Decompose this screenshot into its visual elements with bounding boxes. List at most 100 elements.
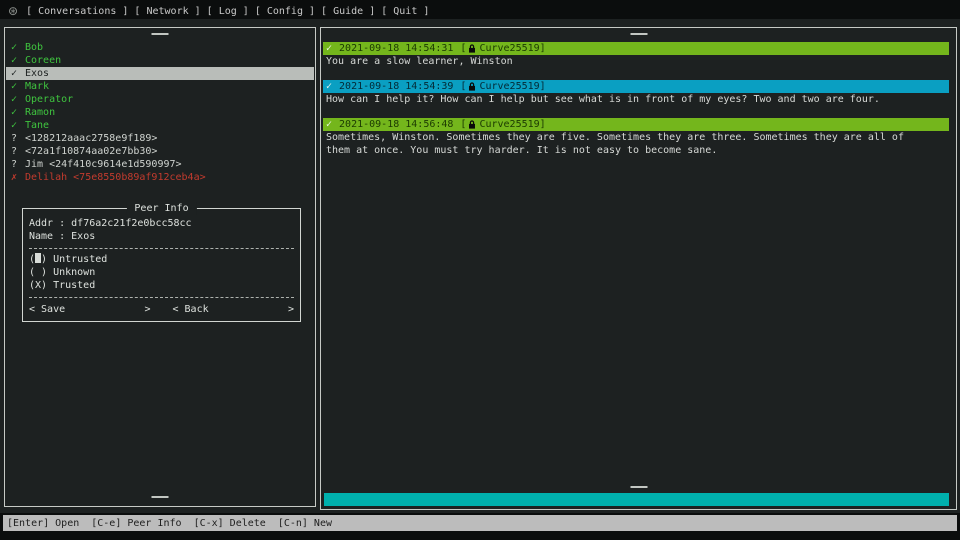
peer-name: Coreen xyxy=(25,54,61,67)
peer-name: Mark xyxy=(25,80,49,93)
peer-name: Delilah <75e8550b89af912ceb4a> xyxy=(25,171,206,184)
radio-trusted[interactable]: (X) Trusted xyxy=(29,279,294,292)
app-logo-icon: ⊛ xyxy=(8,5,18,17)
status-bar: [Enter] Open [C-e] Peer Info [C-x] Delete [… xyxy=(3,515,957,531)
peer-name: <128212aaac2758e9f189> xyxy=(25,132,157,145)
peer-row[interactable]: ?<72a1f10874aa02e7bb30> xyxy=(6,145,314,158)
peer-row[interactable]: ✓Exos xyxy=(6,67,314,80)
radio-unknown[interactable]: ( ) Unknown xyxy=(29,266,294,279)
message: ✓ 2021-09-18 14:54:39 [ Curve25519]How can … xyxy=(323,80,954,106)
peer-row[interactable]: ✗Delilah <75e8550b89af912ceb4a> xyxy=(6,171,314,184)
message: ✓2021-09-18 14:56:48[Curve25519]Sometime… xyxy=(323,118,954,157)
lock-icon xyxy=(468,44,476,53)
back-button[interactable]: < Back > xyxy=(173,303,295,316)
check-icon: ✓ xyxy=(326,43,332,54)
peer-row[interactable]: ✓Tane xyxy=(6,119,314,132)
name-label: Name : xyxy=(29,231,65,242)
message-input-bar[interactable] xyxy=(324,493,949,506)
menu-item-guide[interactable]: [ Guide ] xyxy=(321,6,375,17)
conversation-panel: ✓2021-09-18 14:54:31[Curve25519]You are … xyxy=(320,27,957,510)
message-timestamp: 2021-09-18 14:54:39 xyxy=(339,81,453,92)
radio-label: Trusted xyxy=(47,280,95,291)
peer-name: Jim <24f410c9614e1d590997> xyxy=(25,158,182,171)
peer-row[interactable]: ?<128212aaac2758e9f189> xyxy=(6,132,314,145)
scroll-indicator-bottom xyxy=(152,496,169,498)
addr-value: df76a2c21f2e0bcc58cc xyxy=(71,218,191,229)
check-icon: ✓ xyxy=(326,81,332,92)
bracket: [ xyxy=(460,43,466,54)
radio-label: Unknown xyxy=(47,267,95,278)
encryption-label: Curve25519 xyxy=(479,81,539,92)
message-list: ✓2021-09-18 14:54:31[Curve25519]You are … xyxy=(323,42,954,169)
dialog-title: Peer Info xyxy=(126,202,196,215)
peer-name: <72a1f10874aa02e7bb30> xyxy=(25,145,157,158)
bracket: [ xyxy=(460,81,466,92)
menu-item-network[interactable]: [ Network ] xyxy=(134,6,200,17)
peer-row[interactable]: ✓Bob xyxy=(6,41,314,54)
question-icon: ? xyxy=(11,132,25,145)
peer-info-dialog: Peer Info Addr : df76a2c21f2e0bcc58cc Na… xyxy=(22,208,301,322)
x-icon: ✗ xyxy=(11,171,25,184)
hint-open: [Enter] Open xyxy=(7,518,79,529)
message-body: You are a slow learner, Winston xyxy=(323,55,924,68)
button-label: < Save xyxy=(29,303,65,316)
message: ✓ 2021-09-18 14:54:31 [ Curve25519]You are … xyxy=(323,42,954,68)
peer-row[interactable]: ✓Operator xyxy=(6,93,314,106)
message-timestamp: 2021-09-18 14:54:31 xyxy=(339,43,453,54)
save-button[interactable]: < Save > xyxy=(29,303,151,316)
button-label: < Back xyxy=(173,303,209,316)
check-icon: ✓ xyxy=(11,67,25,80)
check-icon: ✓ xyxy=(11,54,25,67)
peer-name: Operator xyxy=(25,93,73,106)
peer-row[interactable]: ✓Ramon xyxy=(6,106,314,119)
menu-bar: ⊛ [ Conversations ] [ Network ] [ Log ] [ C… xyxy=(3,3,957,19)
peer-name: Tane xyxy=(25,119,49,132)
encryption-label: Curve25519 xyxy=(479,119,539,130)
check-icon: ✓ xyxy=(326,119,332,130)
button-arrow: > xyxy=(144,303,150,316)
check-icon: ✓ xyxy=(11,106,25,119)
hint-delete: [C-x] Delete xyxy=(194,518,266,529)
message-header: ✓2021-09-18 14:56:48[Curve25519] xyxy=(323,118,949,131)
peer-name: Ramon xyxy=(25,106,55,119)
check-icon: ✓ xyxy=(11,93,25,106)
check-icon: ✓ xyxy=(11,80,25,93)
bracket: ] xyxy=(540,119,546,130)
question-icon: ? xyxy=(11,145,25,158)
question-icon: ? xyxy=(11,158,25,171)
trust-radio-group: () Untrusted( ) Unknown(X) Trusted xyxy=(29,253,294,292)
check-icon: ✓ xyxy=(11,119,25,132)
peer-row[interactable]: ?Jim <24f410c9614e1d590997> xyxy=(6,158,314,171)
addr-label: Addr : xyxy=(29,218,65,229)
peer-addr-row: Addr : df76a2c21f2e0bcc58cc xyxy=(29,217,294,230)
message-body: How can I help it? How can I help but se… xyxy=(323,93,924,106)
button-arrow: > xyxy=(288,303,294,316)
menu-item-config[interactable]: [ Config ] xyxy=(255,6,315,17)
peer-list: ✓Bob✓Coreen✓Exos✓Mark✓Operator✓Ramon✓Tan… xyxy=(6,41,314,184)
lock-icon xyxy=(468,120,476,129)
hint-new: [C-n] New xyxy=(278,518,332,529)
menu-item-log[interactable]: [ Log ] xyxy=(207,6,249,17)
radio-untrusted[interactable]: () Untrusted xyxy=(29,253,294,266)
dialog-buttons: < Save > < Back > xyxy=(29,302,294,316)
message-header: ✓ 2021-09-18 14:54:39 [ Curve25519] xyxy=(323,80,949,93)
dialog-divider xyxy=(29,297,294,298)
peer-name: Exos xyxy=(25,67,49,80)
scroll-indicator-bottom xyxy=(630,486,647,488)
bracket: ] xyxy=(540,81,546,92)
dialog-divider xyxy=(29,248,294,249)
message-body: Sometimes, Winston. Sometimes they are f… xyxy=(323,131,924,157)
bracket: ] xyxy=(540,43,546,54)
scroll-indicator-top xyxy=(152,33,169,35)
hint-peer-info: [C-e] Peer Info xyxy=(91,518,181,529)
check-icon: ✓ xyxy=(11,41,25,54)
lock-icon xyxy=(468,82,476,91)
name-value: Exos xyxy=(71,231,95,242)
peer-row[interactable]: ✓Coreen xyxy=(6,54,314,67)
radio-label: Untrusted xyxy=(47,254,107,265)
menu-item-conversations[interactable]: [ Conversations ] xyxy=(26,6,128,17)
message-header: ✓ 2021-09-18 14:54:31 [ Curve25519] xyxy=(323,42,949,55)
encryption-label: Curve25519 xyxy=(479,43,539,54)
menu-item-quit[interactable]: [ Quit ] xyxy=(381,6,429,17)
peer-row[interactable]: ✓Mark xyxy=(6,80,314,93)
